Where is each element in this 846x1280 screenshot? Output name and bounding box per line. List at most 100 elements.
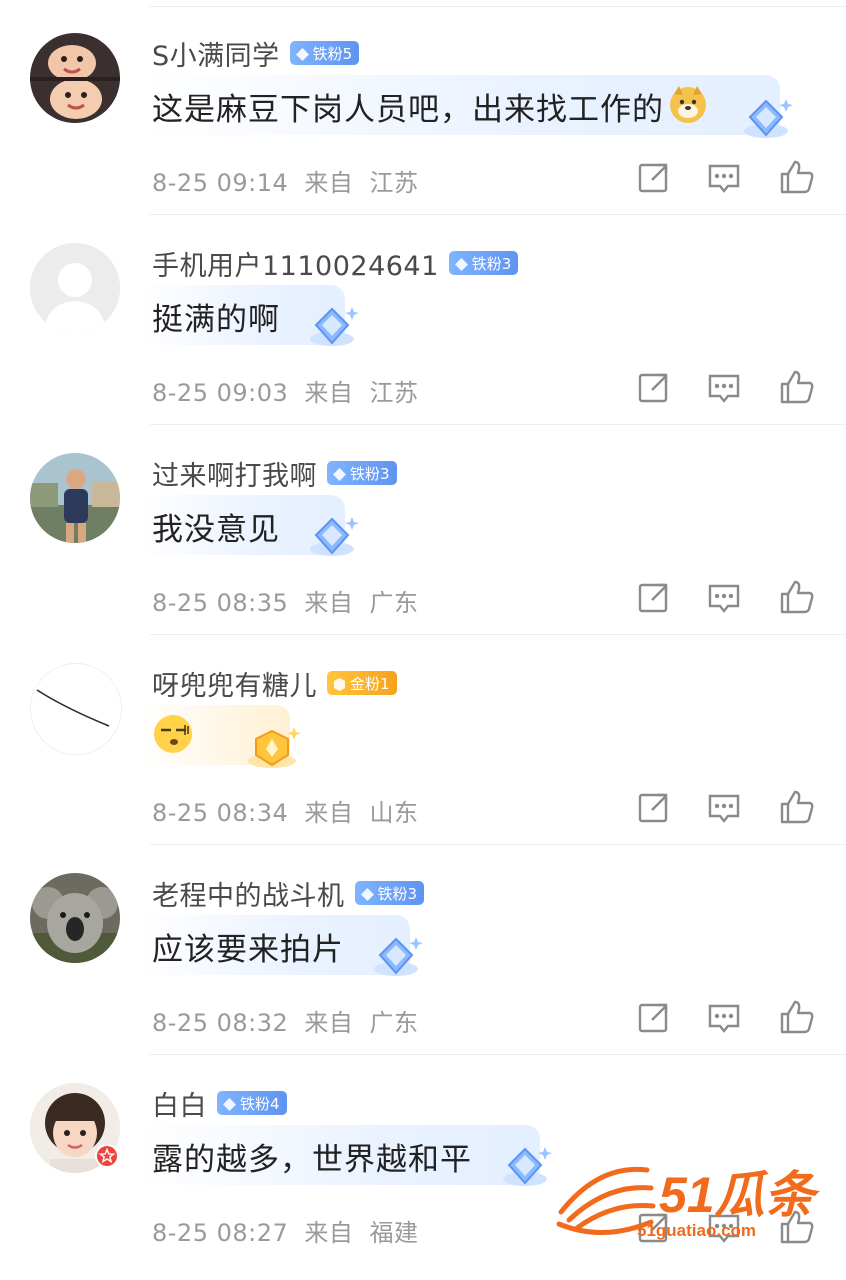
- comment-bubble-icon[interactable]: [704, 787, 744, 827]
- diamond-icon: [333, 467, 346, 481]
- comment-bubble-icon[interactable]: [704, 997, 744, 1037]
- username[interactable]: 过来啊打我啊: [152, 454, 317, 493]
- comment-content: 露的越多，世界越和平: [152, 1129, 472, 1183]
- comment-bubble-icon[interactable]: [704, 577, 744, 617]
- watermark-domain: 51guatiao.com: [637, 1221, 756, 1240]
- comment-location: 江苏: [369, 169, 419, 197]
- comment-time: 8-25 08:35: [152, 589, 289, 617]
- name-row: 白白 铁粉4: [152, 1081, 287, 1125]
- name-row: 过来啊打我啊 铁粉3: [152, 451, 397, 495]
- username[interactable]: S小满同学: [152, 34, 280, 73]
- iron-fan-diamond-icon: [374, 937, 423, 976]
- badge-label: 铁粉3: [471, 254, 512, 273]
- comment-meta: 8-25 08:27 来自 福建: [152, 1213, 427, 1248]
- diamond-icon: [295, 47, 309, 61]
- from-label: 来自: [304, 589, 354, 617]
- comment-content: 挺满的啊: [152, 289, 280, 343]
- iron-fan-diamond-icon: [310, 307, 359, 346]
- comment-location: 广东: [369, 589, 419, 617]
- from-label: 来自: [304, 169, 354, 197]
- name-row: S小满同学 铁粉5: [152, 31, 360, 75]
- share-square-icon[interactable]: [633, 157, 673, 197]
- comment-time: 8-25 08:32: [152, 1009, 289, 1037]
- comment-location: 山东: [369, 799, 419, 827]
- name-row: 老程中的战斗机 铁粉3: [152, 871, 425, 915]
- comment-location: 江苏: [369, 379, 419, 407]
- from-label: 来自: [304, 799, 354, 827]
- comment-bubble-icon[interactable]: [704, 157, 744, 197]
- comment-time: 8-25 08:34: [152, 799, 289, 827]
- iron-fan-diamond-icon: [744, 99, 793, 138]
- thumbs-up-icon[interactable]: [777, 367, 817, 407]
- comment-item: 手机用户1110024641 铁粉3 挺满的啊 8-25 09:03 来自 江苏: [0, 215, 846, 425]
- fan-badge[interactable]: 铁粉3: [448, 251, 519, 275]
- thumbs-up-icon[interactable]: [777, 997, 817, 1037]
- share-square-icon[interactable]: [633, 997, 673, 1037]
- fan-badge[interactable]: 金粉1: [327, 671, 397, 695]
- badge-label: 铁粉5: [312, 44, 353, 63]
- avatar[interactable]: [30, 453, 120, 543]
- from-label: 来自: [304, 379, 354, 407]
- comment-meta: 8-25 09:14 来自 江苏: [152, 163, 427, 198]
- badge-label: 金粉1: [350, 674, 390, 693]
- comment-content: [152, 709, 194, 763]
- thumbs-up-icon[interactable]: [777, 787, 817, 827]
- username[interactable]: 手机用户1110024641: [152, 244, 439, 283]
- comment-location: 广东: [369, 1009, 419, 1037]
- gold-fan-crown-icon: [248, 727, 301, 768]
- site-watermark: 51瓜条 51guatiao.com: [555, 1158, 825, 1248]
- comment-time: 8-25 08:27: [152, 1219, 289, 1247]
- verified-badge-icon: [94, 1143, 120, 1169]
- fan-badge[interactable]: 铁粉3: [354, 881, 425, 905]
- iron-fan-diamond-icon: [503, 1147, 552, 1186]
- comment-item: S小满同学 铁粉5 这是麻豆下岗人员吧，出来找工作的 8-25 09:14 来自…: [0, 5, 846, 215]
- comment-content: 我没意见: [152, 499, 280, 553]
- comment-meta: 8-25 08:35 来自 广东: [152, 583, 427, 618]
- fan-badge[interactable]: 铁粉4: [217, 1091, 287, 1115]
- share-square-icon[interactable]: [633, 577, 673, 617]
- diamond-icon: [223, 1097, 236, 1111]
- comment-meta: 8-25 08:32 来自 广东: [152, 1003, 427, 1038]
- badge-label: 铁粉3: [350, 464, 390, 483]
- fan-badge[interactable]: 铁粉3: [327, 461, 397, 485]
- comment-time: 8-25 09:03: [152, 379, 289, 407]
- watermark-brand: 51瓜条: [659, 1167, 821, 1223]
- iron-fan-diamond-icon: [310, 517, 359, 556]
- share-square-icon[interactable]: [633, 787, 673, 827]
- badge-label: 铁粉3: [377, 884, 418, 903]
- comment-text: 挺满的啊: [152, 301, 280, 338]
- thumbs-up-icon[interactable]: [777, 157, 817, 197]
- avatar[interactable]: [30, 33, 120, 123]
- hexagon-icon: [333, 677, 346, 691]
- diamond-icon: [360, 887, 374, 901]
- comment-item: 老程中的战斗机 铁粉3 应该要来拍片 8-25 08:32 来自 广东: [0, 845, 846, 1055]
- comment-time: 8-25 09:14: [152, 169, 289, 197]
- username[interactable]: 白白: [152, 1084, 207, 1123]
- comment-item: 呀兜兜有糖儿 金粉1 8-25 08:34 来自 山东: [0, 635, 846, 845]
- comment-content: 这是麻豆下岗人员吧，出来找工作的: [152, 79, 708, 133]
- share-square-icon[interactable]: [633, 367, 673, 407]
- username[interactable]: 老程中的战斗机: [152, 874, 345, 913]
- thumbs-up-icon[interactable]: [777, 577, 817, 617]
- comment-content: 应该要来拍片: [152, 919, 344, 973]
- name-row: 手机用户1110024641 铁粉3: [152, 241, 519, 285]
- comment-meta: 8-25 08:34 来自 山东: [152, 793, 427, 828]
- comment-text: 这是麻豆下岗人员吧，出来找工作的: [152, 91, 664, 128]
- doge-emoji: [668, 84, 708, 128]
- comment-text: 我没意见: [152, 511, 280, 548]
- from-label: 来自: [304, 1009, 354, 1037]
- username[interactable]: 呀兜兜有糖儿: [152, 664, 317, 703]
- avatar[interactable]: [30, 243, 120, 333]
- fan-badge[interactable]: 铁粉5: [289, 41, 360, 65]
- comment-location: 福建: [369, 1219, 419, 1247]
- speechless-emoji: [152, 713, 194, 759]
- comment-text: 露的越多，世界越和平: [152, 1141, 472, 1178]
- avatar[interactable]: [30, 873, 120, 963]
- from-label: 来自: [304, 1219, 354, 1247]
- comment-meta: 8-25 09:03 来自 江苏: [152, 373, 427, 408]
- avatar[interactable]: [30, 663, 122, 755]
- comment-bubble-icon[interactable]: [704, 367, 744, 407]
- name-row: 呀兜兜有糖儿 金粉1: [152, 661, 397, 705]
- diamond-icon: [454, 257, 468, 271]
- badge-label: 铁粉4: [240, 1094, 280, 1113]
